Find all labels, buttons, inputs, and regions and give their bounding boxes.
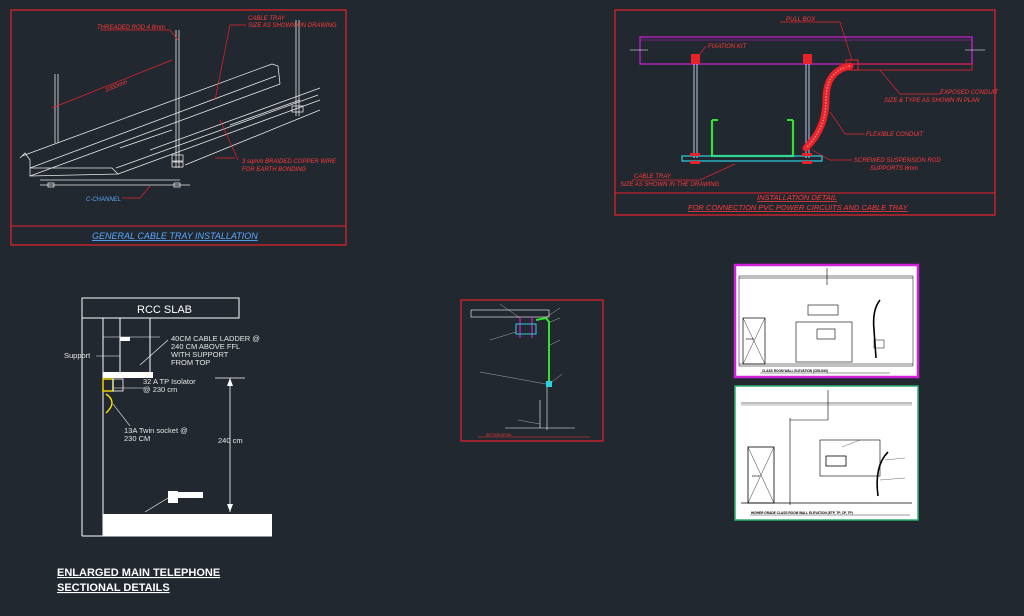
panel5-caption: CLASS ROOM WALL ELEVATION (CEILING) [762, 369, 828, 373]
higher-grade-elevation-panel: HIGHER GRADE CLASS ROOM WALL ELEVATION (… [734, 385, 919, 521]
general-cable-tray-panel: GENERAL CABLE TRAY INSTALLATION THREADED… [10, 9, 347, 246]
panel6-frame [734, 385, 919, 521]
cable-tray-size-label-2: SIZE AS SHOWN IN THE DRAWING [620, 182, 720, 188]
installation-detail-panel: PULL BOX FIXATION KIT EXPOSED CONDUIT SI… [614, 9, 999, 216]
panel4-leader-h [517, 419, 541, 425]
fixation-kit-right [803, 54, 812, 64]
screwed-leader [811, 149, 852, 161]
exposed-conduit-label: EXPOSED CONDUIT [940, 90, 999, 96]
screwed-rod-label: SCREWED SUSPENSION ROD [854, 158, 941, 164]
fixation-kit-label: FIXATION KIT [708, 44, 748, 50]
classroom-elevation-panel: CLASS ROOM WALL ELEVATION (CEILING) DOOR [733, 263, 920, 379]
panel2-title-line1: INSTALLATION DETAIL [757, 193, 837, 202]
flexible-conduit [802, 62, 854, 152]
flexible-leader [829, 111, 865, 135]
support-label: Support [64, 351, 91, 360]
rod-nut-mid [171, 154, 184, 162]
tray-rail-front [21, 63, 273, 157]
panel4-leader-d [489, 331, 517, 341]
screwed-rod-size-label: SUPPORTS 8mm [870, 166, 918, 172]
panel4-leader-e [549, 339, 561, 346]
cable-tray-label: CABLE TRAY [248, 16, 286, 22]
section-detail-panel: SECTION DETAIL [460, 299, 604, 442]
dim-arrow-top [227, 378, 233, 386]
tray-rail-back2 [115, 94, 319, 169]
exposed-conduit-size-label: SIZE & TYPE AS SHOWN IN PLAN [884, 98, 980, 104]
telephone-section-panel: RCC SLAB 40CM CABLE LADDER @ 240 CM ABOV… [57, 297, 272, 594]
tray-back-wall [149, 87, 321, 151]
panel4-leader-c [549, 317, 561, 323]
ladder-bracket [120, 337, 130, 341]
fixation-leader [699, 45, 707, 55]
tray-near-edge [19, 152, 119, 177]
nut-left [690, 153, 700, 156]
rod-leader [169, 29, 179, 41]
nut-right-b [802, 161, 812, 164]
dim-arrow-bottom [227, 504, 233, 512]
cable-tray-label-2: CABLE TRAY [634, 174, 672, 180]
floor-slab [103, 514, 272, 536]
telephone-caption-1: ENLARGED MAIN TELEPHONE [57, 567, 220, 579]
panel4-leader-g [551, 373, 563, 383]
socket-label-2: 230 CM [124, 434, 150, 443]
panel4-leader-a [499, 303, 521, 319]
copper-wire-label: 3 sqmm BRAIDED COPPER WIRE [242, 159, 337, 165]
panel4-caption: SECTION DETAIL [486, 433, 512, 437]
ladder-leader [139, 339, 169, 366]
panel4-box [546, 381, 552, 387]
fixation-kit-left [691, 54, 700, 64]
panel2-title-line2: FOR CONNECTION PVC POWER CIRCUITS AND CA… [688, 203, 909, 212]
height-label: 240 cm [218, 436, 243, 445]
rod-nut-mid2 [171, 161, 184, 168]
isolator-label-2: @ 230 cm [143, 385, 177, 394]
socket-leader [112, 403, 131, 427]
tray-back-wall2 [229, 99, 301, 126]
flexible-conduit-label: FLEXIBLE CONDUIT [866, 132, 924, 138]
copper-leader2 [219, 119, 239, 161]
floor-leader [144, 497, 169, 513]
panel1-title: GENERAL CABLE TRAY INSTALLATION [92, 231, 258, 241]
rcc-slab-label: RCC SLAB [137, 304, 192, 316]
panel6-door-label: DOOR [752, 474, 760, 478]
exposed-leader [879, 69, 940, 95]
panel4-tray [515, 323, 537, 335]
panel6-caption: HIGHER GRADE CLASS ROOM WALL ELEVATION (… [751, 511, 853, 515]
c-channel-label: C-CHANNEL [86, 197, 121, 203]
panel5-door-label: DOOR [746, 337, 754, 341]
cad-drawing-canvas: GENERAL CABLE TRAY INSTALLATION THREADED… [10, 9, 999, 594]
pull-box-leader [780, 21, 853, 61]
telephone-caption-2: SECTIONAL DETAILS [57, 582, 170, 594]
floor-marker-b [178, 492, 203, 498]
panel5-frame [733, 263, 920, 379]
nut-left-b [690, 161, 700, 164]
pull-box-label: PULL BOX [786, 17, 816, 23]
tray-far-edge [271, 63, 281, 85]
cable-tray-section [710, 120, 795, 158]
earth-bonding-label: FOR EARTH BONDING [242, 167, 307, 173]
floor-marker-a [168, 491, 178, 503]
tray-inner-line [119, 129, 173, 149]
panel4-leader-f [479, 371, 547, 385]
panel4-conduit [535, 316, 550, 382]
channel-leader [122, 185, 151, 199]
length-dimension [51, 59, 173, 109]
cable-tray-size-label: SIZE AS SHOWN ON DRAWING [248, 23, 337, 29]
panel4-leader-b [544, 307, 561, 319]
length-label: 1000mm [105, 80, 129, 94]
isolator-cover [112, 378, 124, 392]
socket-symbol [105, 393, 113, 414]
threaded-rod-label: THREADED ROD 4 8mm [97, 25, 165, 31]
isolator-box [102, 378, 114, 392]
panel1-leaders [51, 24, 246, 199]
nut-right [802, 153, 812, 156]
exposed-conduit [839, 63, 973, 71]
ladder-label-4: FROM TOP [171, 358, 210, 367]
